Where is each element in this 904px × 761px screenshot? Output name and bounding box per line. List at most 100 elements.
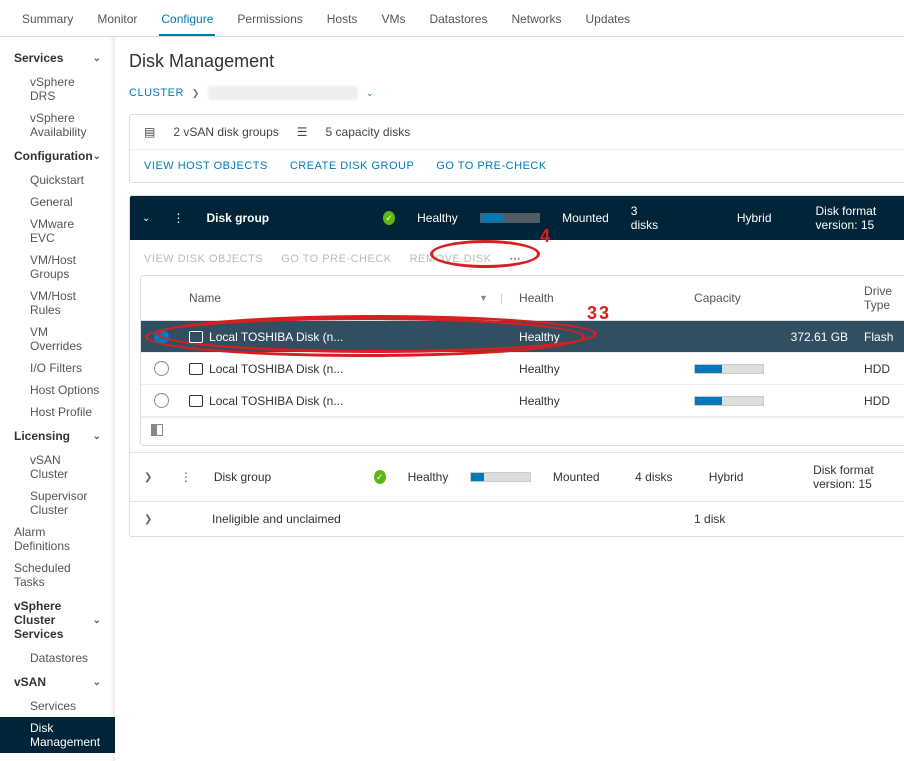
tab-updates[interactable]: Updates xyxy=(583,8,632,36)
drive-type: HDD xyxy=(856,394,904,408)
sidebar-item-i-o-filters[interactable]: I/O Filters xyxy=(0,357,115,379)
table-row[interactable]: Local TOSHIBA Disk (n... Healthy HDD xyxy=(141,385,904,417)
disk-health: Healthy xyxy=(511,330,686,344)
health-text: Healthy xyxy=(408,470,449,484)
more-actions-icon[interactable]: ⋯ xyxy=(509,252,521,265)
health-ok-icon: ✓ xyxy=(383,211,395,225)
action-create-disk-group[interactable]: CREATE DISK GROUP xyxy=(290,160,414,172)
tab-summary[interactable]: Summary xyxy=(20,8,75,36)
breadcrumb-item-redacted xyxy=(208,86,358,100)
disk-group-label: Disk group xyxy=(206,211,269,225)
col-capacity[interactable]: Capacity xyxy=(686,284,856,312)
summary-row[interactable]: ❯⋮Disk group✓HealthyMounted4 disksHybrid… xyxy=(130,452,904,501)
sidebar-item-vm-host-rules[interactable]: VM/Host Rules xyxy=(0,285,115,321)
sidebar-item-vmware-evc[interactable]: VMware EVC xyxy=(0,213,115,249)
collapse-icon[interactable]: ⌄ xyxy=(142,213,150,224)
usage-bar xyxy=(480,213,540,223)
tab-vms[interactable]: VMs xyxy=(379,8,407,36)
table-header: Name ▼ | Health Capacity Drive Type xyxy=(141,276,904,321)
actions-menu-icon[interactable]: ⋮ xyxy=(172,211,184,225)
sidebar-item-vsphere-drs[interactable]: vSphere DRS xyxy=(0,71,115,107)
column-picker-icon[interactable] xyxy=(151,424,163,436)
tab-permissions[interactable]: Permissions xyxy=(235,8,304,36)
disk-name: Local TOSHIBA Disk (n... xyxy=(209,394,343,408)
disk-group-header: ⌄ ⋮ Disk group ✓ Healthy Mounted 3 disks… xyxy=(130,196,904,240)
table-row[interactable]: Local TOSHIBA Disk (n... Healthy 372.61 GB… xyxy=(141,321,904,353)
action-view-host-objects[interactable]: VIEW HOST OBJECTS xyxy=(144,160,268,172)
sidebar-item-supervisor-cluster[interactable]: Supervisor Cluster xyxy=(0,485,115,521)
col-name[interactable]: Name ▼ | xyxy=(181,284,511,312)
summary-card: ▤ 2 vSAN disk groups ☰ 5 capacity disks … xyxy=(129,114,904,183)
radio-select[interactable] xyxy=(154,393,169,408)
usage-bar xyxy=(694,396,764,406)
tab-configure[interactable]: Configure xyxy=(159,8,215,36)
expand-icon[interactable]: ❯ xyxy=(144,472,158,483)
sidebar-group-vsan[interactable]: vSAN⌄ xyxy=(0,669,115,695)
sidebar-item-host-options[interactable]: Host Options xyxy=(0,379,115,401)
sidebar-item-vsan-cluster[interactable]: vSAN Cluster xyxy=(0,449,115,485)
sidebar-group-services[interactable]: Services⌄ xyxy=(0,45,115,71)
mount-state: Mounted xyxy=(553,470,613,484)
disk-actions-row: VIEW DISK OBJECTS GO TO PRE-CHECK REMOVE D… xyxy=(130,240,904,275)
action-remove-disk[interactable]: REMOVE DISK xyxy=(410,253,492,265)
drive-type: HDD xyxy=(856,362,904,376)
usage-bar xyxy=(470,472,531,482)
sidebar-item-scheduled-tasks[interactable]: Scheduled Tasks xyxy=(0,557,115,593)
group-type: Hybrid xyxy=(737,211,772,225)
disk-icon xyxy=(189,395,203,407)
sidebar-item-vm-overrides[interactable]: VM Overrides xyxy=(0,321,115,357)
radio-select[interactable] xyxy=(154,361,169,376)
top-tabs: Summary Monitor Configure Permissions Hosts V… xyxy=(0,0,904,37)
chevron-down-icon: ⌄ xyxy=(93,677,101,688)
page-title: Disk Management xyxy=(129,51,904,72)
capacity-disks-icon: ☰ xyxy=(297,125,308,139)
breadcrumb-root[interactable]: CLUSTER xyxy=(129,87,184,99)
sidebar-group-licensing[interactable]: Licensing⌄ xyxy=(0,423,115,449)
tab-datastores[interactable]: Datastores xyxy=(427,8,489,36)
sidebar-group-configuration[interactable]: Configuration⌄ xyxy=(0,143,115,169)
disk-name: Local TOSHIBA Disk (n... xyxy=(209,362,343,376)
table-row[interactable]: Local TOSHIBA Disk (n...HealthyHDD xyxy=(141,353,904,385)
disk-icon xyxy=(189,363,203,375)
col-health[interactable]: Health xyxy=(511,284,686,312)
sidebar-item-disk-management[interactable]: Disk Management xyxy=(0,717,115,753)
health-text: Healthy xyxy=(417,211,458,225)
row-label: Ineligible and unclaimed xyxy=(212,512,372,526)
disk-count: 4 disks xyxy=(635,470,687,484)
tab-hosts[interactable]: Hosts xyxy=(325,8,360,36)
sidebar-item-alarm-definitions[interactable]: Alarm Definitions xyxy=(0,521,115,557)
usage-bar xyxy=(694,364,764,374)
disk-capacity: 372.61 GB xyxy=(791,330,848,344)
action-go-to-pre-check[interactable]: GO TO PRE-CHECK xyxy=(436,160,546,172)
sidebar-item-vsphere-availability[interactable]: vSphere Availability xyxy=(0,107,115,143)
chevron-down-icon: ⌄ xyxy=(93,431,101,442)
disk-name: Local TOSHIBA Disk (n... xyxy=(209,330,343,344)
action-view-disk-objects[interactable]: VIEW DISK OBJECTS xyxy=(144,253,263,265)
col-drive-type[interactable]: Drive Type xyxy=(856,284,904,312)
sidebar-item-general[interactable]: General xyxy=(0,191,115,213)
summary-row[interactable]: ❯Ineligible and unclaimed1 disk xyxy=(130,501,904,536)
drive-type: Flash xyxy=(856,330,904,344)
health-ok-icon: ✓ xyxy=(374,470,386,484)
sort-icon[interactable]: ▼ xyxy=(479,293,488,303)
sidebar-group-vsphere-cluster-services[interactable]: vSphere Cluster Services⌄ xyxy=(0,593,115,647)
sidebar-item-vm-host-groups[interactable]: VM/Host Groups xyxy=(0,249,115,285)
disk-groups-icon: ▤ xyxy=(144,125,155,139)
sidebar-item-quickstart[interactable]: Quickstart xyxy=(0,169,115,191)
tab-monitor[interactable]: Monitor xyxy=(95,8,139,36)
sidebar: Services⌄vSphere DRSvSphere Availability… xyxy=(0,37,115,761)
disk-health: Healthy xyxy=(511,394,686,408)
radio-select[interactable] xyxy=(154,329,169,344)
chevron-down-icon[interactable]: ⌄ xyxy=(366,88,374,99)
breadcrumb[interactable]: CLUSTER ❯ ⌄ xyxy=(129,86,904,100)
sidebar-item-services[interactable]: Services xyxy=(0,695,115,717)
sidebar-item-host-profile[interactable]: Host Profile xyxy=(0,401,115,423)
action-go-to-pre-check[interactable]: GO TO PRE-CHECK xyxy=(281,253,391,265)
actions-menu-icon[interactable]: ⋮ xyxy=(180,470,192,484)
mount-state: Mounted xyxy=(562,211,609,225)
tab-networks[interactable]: Networks xyxy=(509,8,563,36)
chevron-right-icon: ❯ xyxy=(192,88,200,99)
expand-icon[interactable]: ❯ xyxy=(144,514,160,525)
table-footer xyxy=(141,417,904,445)
sidebar-item-datastores[interactable]: Datastores xyxy=(0,647,115,669)
